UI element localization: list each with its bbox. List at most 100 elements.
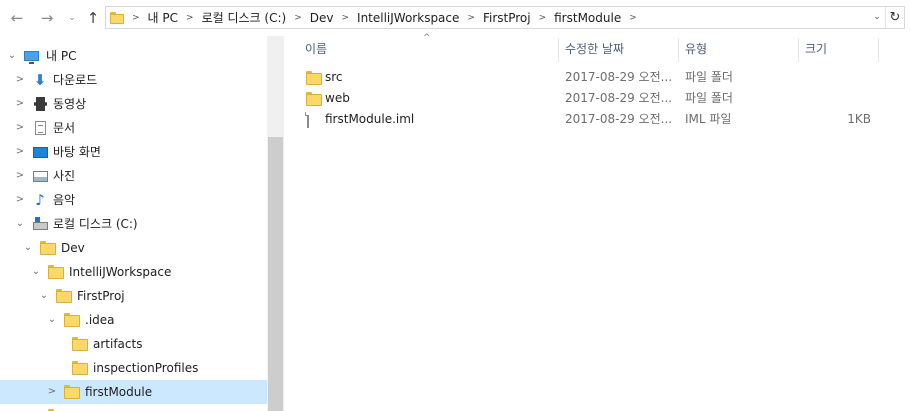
file-size — [805, 67, 871, 88]
expand-chevron-icon[interactable]: > — [14, 188, 26, 212]
folder-icon — [64, 313, 80, 327]
tree-scrollbar-thumb[interactable] — [268, 137, 283, 411]
tree-item-dev[interactable]: ⌄ Dev — [0, 236, 267, 260]
column-divider[interactable] — [558, 38, 559, 62]
tree-item-downloads[interactable]: > ⬇ 다운로드 — [0, 68, 267, 92]
file-date: 2017-08-29 오전... — [565, 70, 673, 84]
tree-item-music[interactable]: > ♪ 음악 — [0, 188, 267, 212]
desktop-icon — [32, 145, 48, 159]
collapse-chevron-icon[interactable]: ⌄ — [46, 308, 58, 332]
navigation-tree: ⌄ 내 PC > ⬇ 다운로드 > 동영상 > 문서 > 바탕 화면 > 사진 … — [0, 36, 267, 411]
breadcrumb-item-intellijworkspace[interactable]: IntelliJWorkspace — [357, 11, 459, 25]
breadcrumb-separator-icon[interactable]: > — [186, 13, 194, 23]
collapse-chevron-icon[interactable]: ⌄ — [6, 44, 18, 68]
download-icon: ⬇ — [33, 71, 47, 89]
breadcrumb-item-dev[interactable]: Dev — [310, 11, 334, 25]
sort-ascending-icon: ^ — [423, 33, 431, 43]
file-size — [805, 88, 871, 109]
file-type: 파일 폴더 — [685, 70, 733, 84]
music-icon: ♪ — [35, 191, 45, 209]
breadcrumb-item-firstproj[interactable]: FirstProj — [483, 11, 531, 25]
address-dropdown-chevron-icon[interactable]: ⌄ — [870, 7, 884, 28]
tree-item-label: 바탕 화면 — [53, 145, 101, 159]
column-divider[interactable] — [678, 38, 679, 62]
column-header-name[interactable]: 이름 — [305, 36, 327, 62]
breadcrumb-item-firstmodule[interactable]: firstModule — [554, 11, 621, 25]
tree-item-label: 문서 — [53, 121, 76, 135]
file-row-web[interactable]: web 2017-08-29 오전... 파일 폴더 — [285, 88, 910, 109]
tree-item-label: 사진 — [53, 169, 76, 183]
address-folder-icon — [110, 11, 124, 24]
tree-item-intellijworkspace[interactable]: ⌄ IntelliJWorkspace — [0, 260, 267, 284]
file-name: web — [325, 91, 350, 105]
expand-chevron-icon[interactable]: > — [14, 140, 26, 164]
folder-icon — [64, 385, 80, 399]
expand-chevron-icon[interactable]: > — [46, 380, 58, 404]
breadcrumb-separator-icon[interactable]: > — [341, 13, 349, 23]
column-header-date[interactable]: 수정한 날짜 — [565, 36, 624, 62]
column-divider[interactable] — [798, 38, 799, 62]
expand-chevron-icon[interactable]: > — [14, 68, 26, 92]
file-date: 2017-08-29 오전... — [565, 91, 673, 105]
column-header-size[interactable]: 크기 — [805, 36, 827, 62]
file-type: IML 파일 — [685, 112, 732, 126]
computer-icon — [23, 49, 39, 64]
tree-item-label: firstModule — [85, 385, 153, 399]
breadcrumb-separator-icon[interactable]: > — [467, 13, 475, 23]
expand-chevron-icon[interactable]: > — [14, 116, 26, 140]
forward-arrow-icon[interactable]: → — [38, 9, 56, 27]
collapse-chevron-icon[interactable]: ⌄ — [14, 212, 26, 236]
file-type: 파일 폴더 — [685, 91, 733, 105]
tree-item-firstmodule[interactable]: > firstModule — [0, 380, 267, 404]
column-header-type[interactable]: 유형 — [685, 36, 707, 62]
tree-item-desktop[interactable]: > 바탕 화면 — [0, 140, 267, 164]
tree-item-pictures[interactable]: > 사진 — [0, 164, 267, 188]
tree-item-inspectionprofiles[interactable]: inspectionProfiles — [0, 356, 267, 380]
breadcrumb-item-my-pc[interactable]: 내 PC — [148, 9, 178, 26]
breadcrumb-separator-icon[interactable]: > — [629, 13, 637, 23]
tree-item-my-pc[interactable]: ⌄ 내 PC — [0, 44, 267, 68]
folder-icon — [72, 361, 88, 375]
breadcrumb: > 내 PC > 로컬 디스크 (C:) > Dev > IntelliJWor… — [110, 7, 645, 28]
tree-item-label: 동영상 — [53, 97, 87, 111]
tree-item-label: IntelliJWorkspace — [69, 265, 172, 279]
tree-item-videos[interactable]: > 동영상 — [0, 92, 267, 116]
refresh-icon[interactable]: ↻ — [885, 7, 904, 28]
tree-item-artifacts[interactable]: artifacts — [0, 332, 267, 356]
collapse-chevron-icon[interactable]: ⌄ — [22, 236, 34, 260]
tree-item-firstproj[interactable]: ⌄ FirstProj — [0, 284, 267, 308]
folder-icon — [72, 337, 88, 351]
tree-item-label: artifacts — [93, 337, 143, 351]
pictures-icon — [32, 169, 48, 183]
collapse-chevron-icon[interactable]: ⌄ — [30, 260, 42, 284]
tree-item-documents[interactable]: > 문서 — [0, 116, 267, 140]
breadcrumb-item-local-disk[interactable]: 로컬 디스크 (C:) — [202, 9, 287, 26]
file-size: 1KB — [847, 112, 871, 126]
folder-icon — [306, 92, 322, 106]
breadcrumb-separator-icon[interactable]: > — [539, 13, 547, 23]
up-arrow-icon[interactable]: ↑ — [84, 9, 102, 27]
expand-chevron-icon[interactable]: > — [14, 92, 26, 116]
tree-item-label: Dev — [61, 241, 85, 255]
tree-item-label: 다운로드 — [53, 73, 98, 87]
file-row-src[interactable]: src 2017-08-29 오전... 파일 폴더 — [285, 67, 910, 88]
collapse-chevron-icon[interactable]: ⌄ — [38, 284, 50, 308]
file-name: firstModule.iml — [325, 112, 415, 126]
file-date: 2017-08-29 오전... — [565, 112, 673, 126]
folder-icon — [56, 289, 72, 303]
breadcrumb-separator-icon[interactable]: > — [132, 13, 140, 23]
tree-item-partial — [0, 404, 267, 411]
tree-item-local-disk[interactable]: ⌄ 로컬 디스크 (C:) — [0, 212, 267, 236]
tree-item-idea[interactable]: ⌄ .idea — [0, 308, 267, 332]
expand-chevron-icon[interactable]: > — [14, 164, 26, 188]
tree-item-label: 내 PC — [46, 49, 77, 63]
file-row-firstmodule-iml[interactable]: firstModule.iml 2017-08-29 오전... IML 파일 … — [285, 109, 910, 130]
tree-item-label: inspectionProfiles — [93, 361, 199, 375]
navigation-bar: ← → ⌄ ↑ > 내 PC > 로컬 디스크 (C:) > Dev > Int… — [0, 0, 910, 36]
back-arrow-icon[interactable]: ← — [8, 9, 26, 27]
address-bar[interactable]: > 내 PC > 로컬 디스크 (C:) > Dev > IntelliJWor… — [105, 6, 905, 29]
recent-locations-chevron-icon[interactable]: ⌄ — [63, 9, 81, 27]
column-divider[interactable] — [878, 38, 879, 62]
tree-item-label: .idea — [85, 313, 115, 327]
breadcrumb-separator-icon[interactable]: > — [294, 13, 302, 23]
